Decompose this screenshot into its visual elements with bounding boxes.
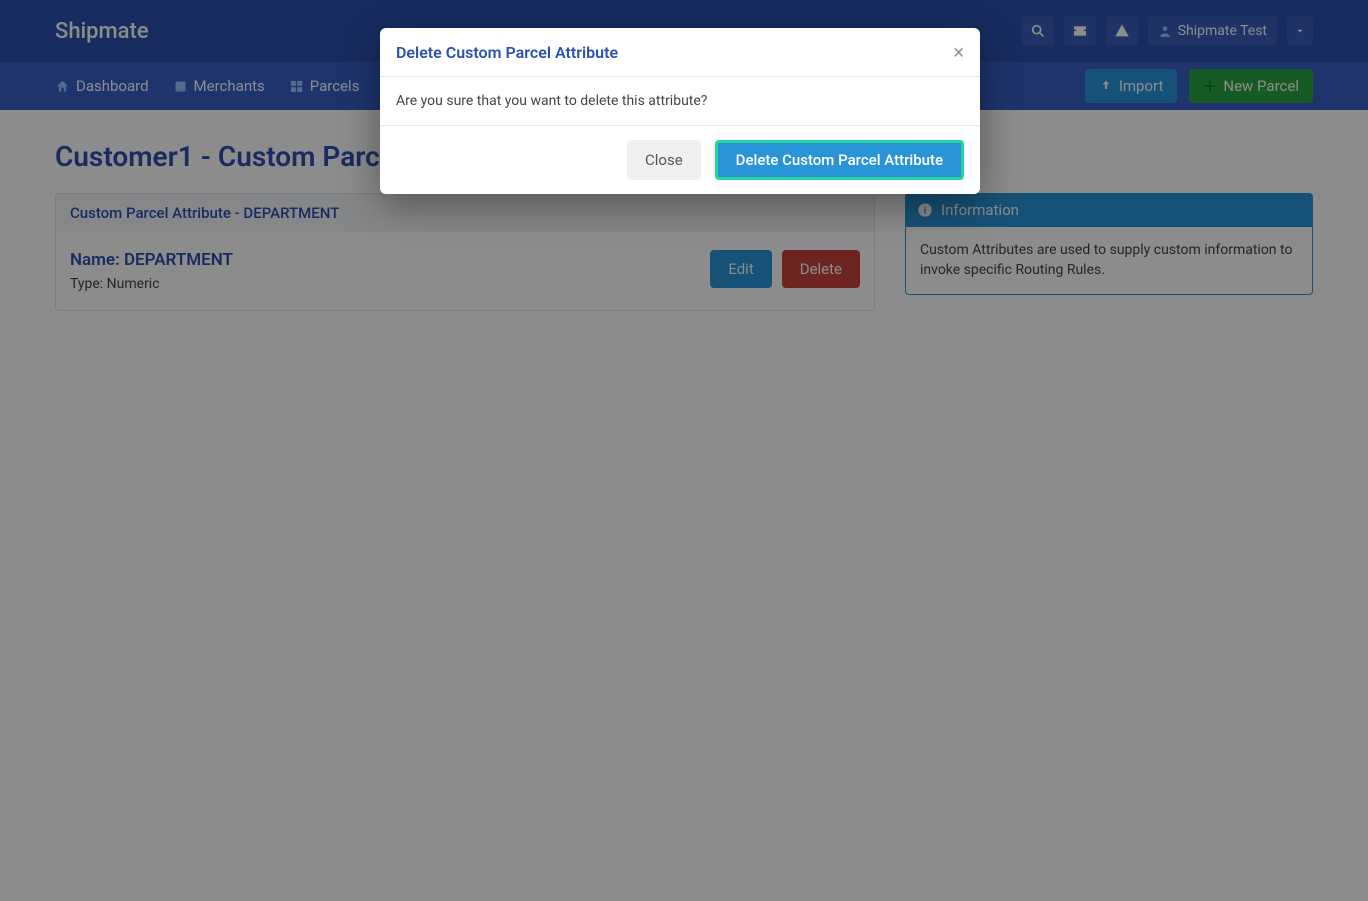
modal-close-button[interactable]: Close [627, 140, 701, 180]
delete-confirm-modal: Delete Custom Parcel Attribute × Are you… [380, 28, 980, 194]
modal-header: Delete Custom Parcel Attribute × [380, 28, 980, 77]
modal-body: Are you sure that you want to delete thi… [380, 77, 980, 125]
close-icon[interactable]: × [953, 42, 964, 62]
modal-footer: Close Delete Custom Parcel Attribute [380, 125, 980, 194]
modal-title: Delete Custom Parcel Attribute [396, 43, 618, 62]
modal-confirm-delete-button[interactable]: Delete Custom Parcel Attribute [715, 140, 964, 180]
